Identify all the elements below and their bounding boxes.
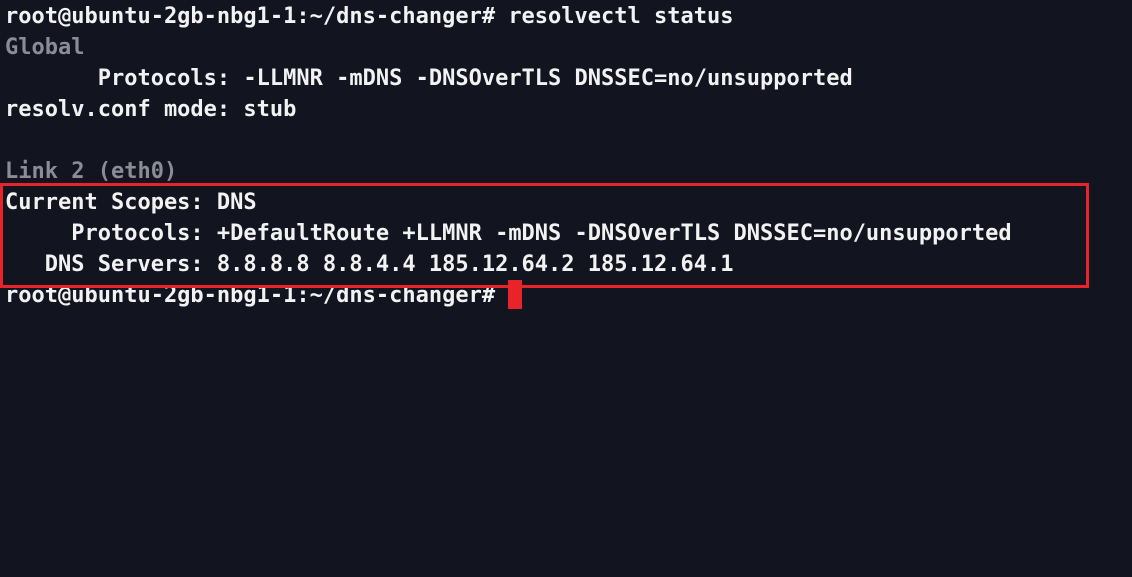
terminal-window[interactable]: root@ubuntu-2gb-nbg1-1:~/dns-changer# re… xyxy=(0,0,1132,577)
command-line: root@ubuntu-2gb-nbg1-1:~/dns-changer# re… xyxy=(5,4,734,29)
global-protocols-line: Protocols: -LLMNR -mDNS -DNSOverTLS DNSS… xyxy=(5,66,853,91)
section-header-global: Global xyxy=(5,35,85,60)
highlight-box xyxy=(0,183,1089,288)
resolv-conf-mode-line: resolv.conf mode: stub xyxy=(5,97,297,122)
